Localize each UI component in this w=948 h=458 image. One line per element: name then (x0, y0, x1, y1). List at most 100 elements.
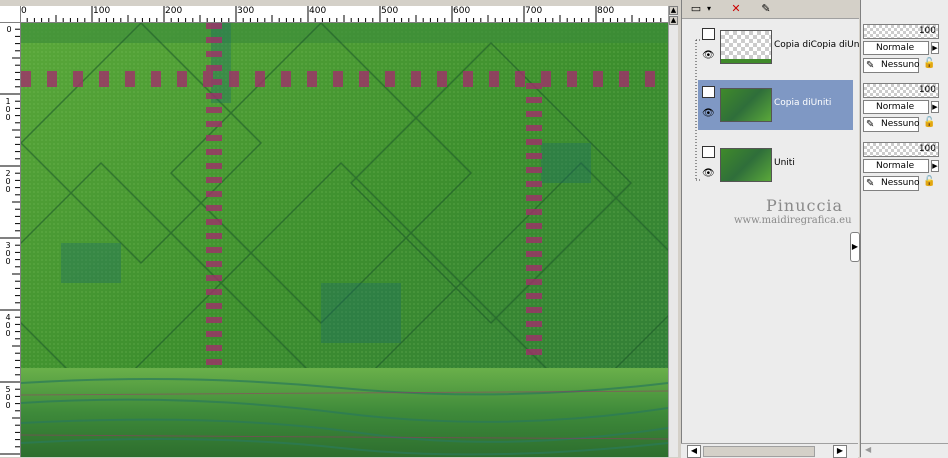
blend-mode-select[interactable]: Normale (863, 41, 929, 55)
layer-thumbnail (720, 148, 772, 182)
blend-dropdown-arrow-icon[interactable]: ▶ (931, 160, 939, 172)
layer-row-selected[interactable]: 👁 Copia diUniti (698, 80, 853, 130)
lock-icon[interactable]: 🔓 (923, 117, 937, 130)
canvas-artwork[interactable] (21, 23, 668, 457)
magenta-dash (526, 181, 542, 187)
layer-properties-column: 100 Normale ▶ Nessuno ✎ 🔓 100 Normale ▶ … (860, 0, 948, 458)
magenta-dash (526, 307, 542, 313)
horizontal-scrollbar[interactable]: ◀ ▶ (681, 443, 858, 458)
magenta-dash (206, 149, 222, 155)
blend-dropdown-arrow-icon[interactable]: ▶ (931, 101, 939, 113)
new-layer-icon[interactable]: ▭ (686, 0, 706, 16)
layer-thumbnail (720, 88, 772, 122)
layer-name: Uniti (774, 158, 795, 168)
panel-splitter-handle[interactable]: ▶ (850, 232, 860, 262)
magenta-dash (526, 279, 542, 285)
magenta-dash (255, 71, 265, 87)
dropdown-arrow-icon[interactable]: ▾ (704, 0, 714, 16)
magenta-dash (526, 223, 542, 229)
scroll-up-button-2[interactable]: ▲ (669, 16, 678, 25)
watermark-url: www.maidiregrafica.eu (734, 215, 852, 226)
magenta-dash (206, 261, 222, 267)
magenta-dash (73, 71, 83, 87)
raster-layer-icon (702, 86, 715, 98)
magenta-dash (567, 71, 577, 87)
blend-dropdown-arrow-icon[interactable]: ▶ (931, 42, 939, 54)
magenta-dash (526, 265, 542, 271)
magenta-dash (47, 71, 57, 87)
brush-icon: ✎ (866, 60, 875, 71)
lock-icon[interactable]: 🔓 (923, 176, 937, 189)
magenta-dash (385, 71, 395, 87)
magenta-dash (206, 121, 222, 127)
opacity-field[interactable]: 100 (863, 142, 939, 157)
delete-layer-icon[interactable]: ✕ (726, 0, 746, 16)
ruler-tick: 100 (5, 97, 11, 122)
ruler-tick: 400 (5, 313, 11, 338)
layer-props: 100 Normale ▶ Nessuno ✎ 🔓 (863, 142, 943, 198)
opacity-field[interactable]: 100 (863, 83, 939, 98)
layers-panel: ▭ ▾ ✕ ✎ 👁 Copia diCopia diUniti 👁 Copia … (681, 0, 868, 457)
magenta-dash (411, 71, 421, 87)
raster-layer-icon (702, 146, 715, 158)
magenta-dash (541, 71, 551, 87)
scroll-up-button[interactable]: ▲ (669, 6, 678, 15)
magenta-dash (206, 51, 222, 57)
magenta-dash (206, 289, 222, 295)
magenta-dash (593, 71, 603, 87)
magenta-dash (206, 191, 222, 197)
magenta-dash (526, 139, 542, 145)
scroll-right-button[interactable]: ▶ (833, 445, 847, 458)
magenta-dash (526, 195, 542, 201)
magenta-dash (203, 71, 213, 87)
magenta-dash (526, 153, 542, 159)
magenta-dash (463, 71, 473, 87)
ruler-tick: 200 (5, 169, 11, 194)
magenta-dash (125, 71, 135, 87)
layer-name: Copia diCopia diUniti (774, 40, 869, 50)
magenta-dash (206, 331, 222, 337)
magenta-dash (526, 125, 542, 131)
blend-mode-select[interactable]: Normale (863, 159, 929, 173)
magenta-dash (229, 71, 239, 87)
eye-icon[interactable]: 👁 (702, 108, 715, 119)
magenta-dash (206, 135, 222, 141)
magenta-dash (99, 71, 109, 87)
ruler-corner (0, 6, 21, 23)
magenta-dash (206, 177, 222, 183)
paint-icon[interactable]: ✎ (756, 0, 776, 16)
magenta-dash (206, 93, 222, 99)
lock-icon[interactable]: 🔓 (923, 58, 937, 71)
ruler-ticks (20, 6, 662, 22)
brush-icon: ✎ (866, 119, 875, 130)
magenta-dash (206, 219, 222, 225)
magenta-dash (645, 71, 655, 87)
magenta-dash (206, 107, 222, 113)
magenta-dash (526, 293, 542, 299)
magenta-dash (281, 71, 291, 87)
magenta-dash (206, 65, 222, 71)
layer-row[interactable]: 👁 Copia diCopia diUniti (698, 22, 868, 72)
props-scrollbar[interactable]: ◀ (861, 443, 948, 458)
scroll-left-button[interactable]: ◀ (865, 445, 871, 454)
magenta-dash (206, 247, 222, 253)
magenta-dash (206, 275, 222, 281)
magenta-dash (206, 317, 222, 323)
magenta-dash (206, 359, 222, 365)
eye-icon[interactable]: 👁 (702, 50, 715, 61)
layer-row[interactable]: 👁 Uniti (698, 140, 853, 190)
blend-mode-select[interactable]: Normale (863, 100, 929, 114)
magenta-dash (206, 233, 222, 239)
magenta-dash (307, 71, 317, 87)
brush-icon: ✎ (866, 178, 875, 189)
magenta-dash (206, 303, 222, 309)
magenta-dash (526, 321, 542, 327)
scroll-left-button[interactable]: ◀ (687, 445, 701, 458)
eye-icon[interactable]: 👁 (702, 168, 715, 179)
vertical-scrollbar[interactable]: ▲ ▲ (668, 6, 678, 457)
scroll-thumb[interactable] (703, 446, 815, 457)
magenta-dash (359, 71, 369, 87)
vertical-ruler: 0 100 200 300 400 500 (0, 22, 21, 457)
layer-thumbnail (720, 30, 772, 64)
opacity-field[interactable]: 100 (863, 24, 939, 39)
